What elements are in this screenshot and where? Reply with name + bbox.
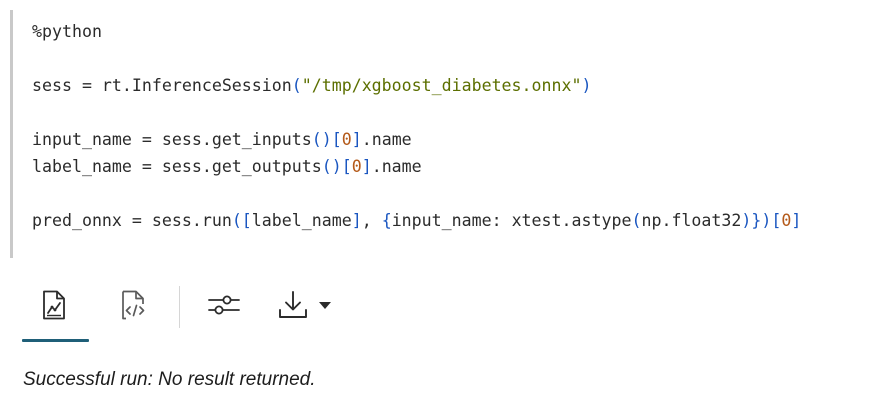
code-line-magic: %python [32, 22, 102, 41]
settings-sliders-icon [207, 291, 241, 319]
result-toolbar [22, 280, 362, 342]
code-cell[interactable]: %python sess = rt.InferenceSession("/tmp/… [10, 10, 873, 258]
download-icon [276, 289, 310, 321]
chart-result-button[interactable] [36, 280, 72, 330]
code-token: pred_onnx = sess.run [32, 211, 232, 230]
code-token: input_name = sess.get_inputs [32, 130, 312, 149]
code-line-session: sess = rt.InferenceSession("/tmp/xgboost… [32, 76, 592, 95]
code-token: label_name = sess.get_outputs [32, 157, 322, 176]
code-result-button[interactable] [116, 280, 152, 330]
code-token: input_name: xtest.astype [391, 211, 632, 230]
code-string: "/tmp/xgboost_diabetes.onnx" [301, 76, 582, 95]
code-number: 0 [351, 157, 362, 176]
code-line-label-name: label_name = sess.get_outputs()[0].name [32, 157, 422, 176]
caret-down-icon[interactable] [318, 300, 332, 310]
chart-result-icon [41, 290, 67, 320]
code-editor[interactable]: %python sess = rt.InferenceSession("/tmp/… [32, 18, 801, 234]
code-result-icon [120, 290, 148, 320]
toolbar-divider [179, 286, 180, 328]
download-button[interactable] [268, 280, 340, 330]
settings-button[interactable] [206, 280, 242, 330]
code-number: 0 [781, 211, 792, 230]
active-tab-indicator [22, 339, 89, 342]
code-number: 0 [341, 130, 352, 149]
code-token: np.float32 [641, 211, 742, 230]
code-token: label_name [251, 211, 352, 230]
code-line-pred: pred_onnx = sess.run([label_name], {inpu… [32, 211, 802, 230]
run-status-message: Successful run: No result returned. [23, 369, 316, 390]
code-line-input-name: input_name = sess.get_inputs()[0].name [32, 130, 412, 149]
code-token: .name [361, 130, 412, 149]
code-token: sess = rt.InferenceSession [32, 76, 292, 95]
code-token: .name [371, 157, 422, 176]
